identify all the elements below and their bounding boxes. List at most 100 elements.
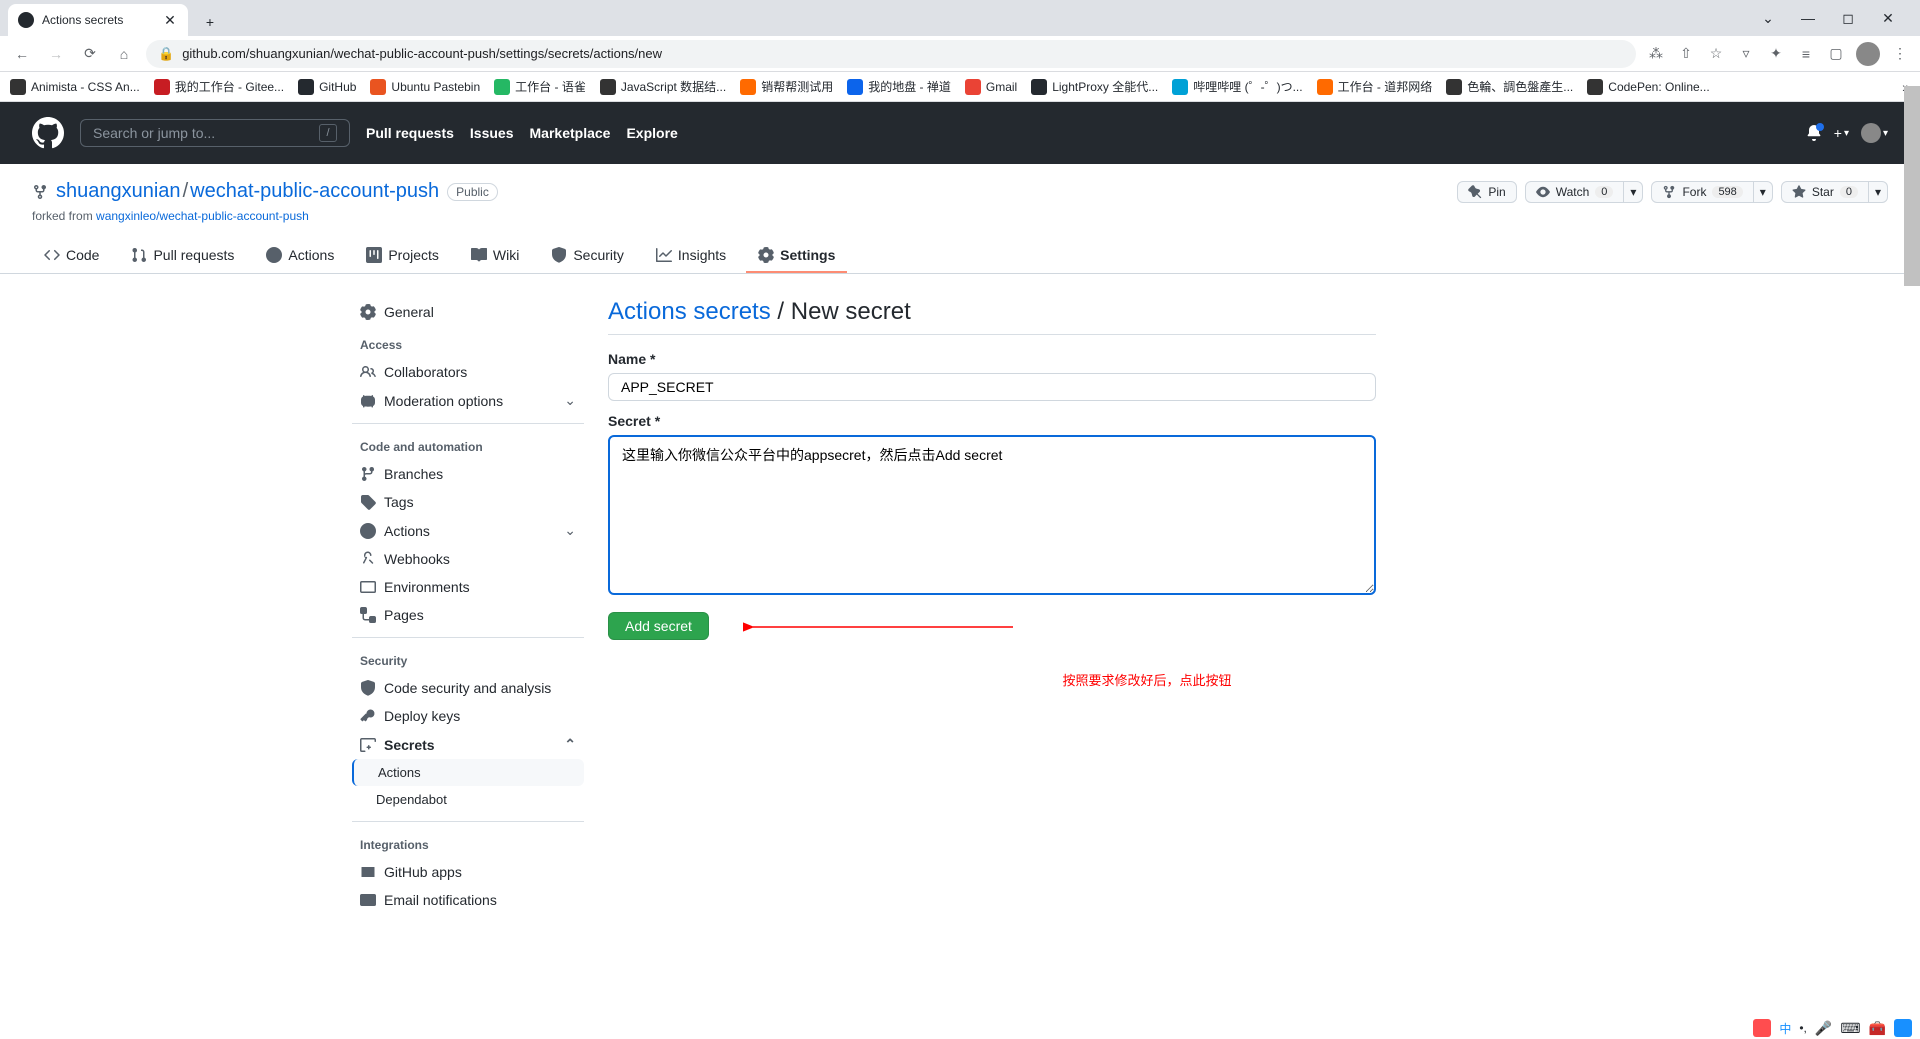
- ime-toolbox-icon[interactable]: 🧰: [1869, 1020, 1886, 1037]
- sidebar-email-notifications[interactable]: Email notifications: [352, 886, 584, 914]
- sidebar-secrets-actions[interactable]: Actions: [352, 759, 584, 786]
- github-header: Search or jump to... / Pull requests Issu…: [0, 102, 1920, 164]
- tab-security[interactable]: Security: [539, 239, 636, 273]
- github-logo[interactable]: [32, 117, 64, 149]
- chevron-down-icon[interactable]: ⌄: [1756, 6, 1780, 30]
- address-bar[interactable]: 🔒 github.com/shuangxunian/wechat-public-…: [146, 40, 1636, 68]
- annotation-arrow: [743, 620, 1013, 634]
- bookmark-favicon: [10, 79, 26, 95]
- bookmark-item[interactable]: 工作台 - 语雀: [494, 78, 586, 95]
- translate-icon[interactable]: ⁂: [1646, 44, 1666, 64]
- ime-icon[interactable]: [1753, 1019, 1771, 1037]
- sidebar-actions[interactable]: Actions⌄: [352, 516, 584, 545]
- slash-key-icon: /: [319, 124, 337, 142]
- gh-nav-explore[interactable]: Explore: [626, 125, 677, 141]
- gh-nav-issues[interactable]: Issues: [470, 125, 514, 141]
- scrollbar[interactable]: [1904, 86, 1920, 286]
- sidebar-deploy-keys[interactable]: Deploy keys: [352, 702, 584, 730]
- minimize-icon[interactable]: —: [1796, 6, 1820, 30]
- ime-keyboard-icon[interactable]: ⌨: [1840, 1020, 1860, 1037]
- search-placeholder: Search or jump to...: [93, 125, 319, 141]
- sidebar-branches[interactable]: Branches: [352, 460, 584, 488]
- gh-nav-pull-requests[interactable]: Pull requests: [366, 125, 454, 141]
- add-secret-button[interactable]: Add secret: [608, 612, 709, 640]
- bookmark-item[interactable]: GitHub: [298, 78, 356, 95]
- bookmark-item[interactable]: JavaScript 数据结...: [600, 78, 726, 95]
- menu-icon[interactable]: ⋮: [1890, 44, 1910, 64]
- pin-button[interactable]: Pin: [1457, 181, 1516, 203]
- bookmark-item[interactable]: Animista - CSS An...: [10, 78, 140, 95]
- fork-dropdown[interactable]: ▾: [1754, 181, 1773, 203]
- tab-code[interactable]: Code: [32, 239, 111, 273]
- tab-close-icon[interactable]: ✕: [162, 12, 178, 28]
- sidebar-webhooks[interactable]: Webhooks: [352, 545, 584, 573]
- ime-mic-icon[interactable]: 🎤: [1815, 1020, 1832, 1037]
- browser-tab[interactable]: Actions secrets ✕: [8, 4, 188, 36]
- bookmark-item[interactable]: 我的工作台 - Gitee...: [154, 78, 284, 95]
- sidebar-general[interactable]: General: [352, 298, 584, 326]
- ime-punct[interactable]: •,: [1799, 1021, 1807, 1035]
- tab-actions[interactable]: Actions: [254, 239, 346, 273]
- sidebar-pages[interactable]: Pages: [352, 601, 584, 629]
- profile-avatar[interactable]: [1856, 42, 1880, 66]
- bookmark-item[interactable]: Gmail: [965, 78, 1017, 95]
- gh-nav-marketplace[interactable]: Marketplace: [530, 125, 611, 141]
- sidebar-secrets-dependabot[interactable]: Dependabot: [352, 786, 584, 813]
- create-new-dropdown[interactable]: +▾: [1834, 125, 1849, 141]
- share-icon[interactable]: ⇧: [1676, 44, 1696, 64]
- extensions-icon[interactable]: ✦: [1766, 44, 1786, 64]
- sidebar-github-apps[interactable]: GitHub apps: [352, 858, 584, 886]
- forked-from-link[interactable]: wangxinleo/wechat-public-account-push: [96, 209, 309, 223]
- tab-projects[interactable]: Projects: [354, 239, 451, 273]
- name-input[interactable]: [608, 373, 1376, 401]
- sidebar-secrets[interactable]: Secrets⌃: [352, 730, 584, 759]
- bookmark-item[interactable]: 我的地盘 - 禅道: [847, 78, 951, 95]
- sidebar-tags[interactable]: Tags: [352, 488, 584, 516]
- fork-button[interactable]: Fork598: [1651, 181, 1753, 203]
- star-button[interactable]: Star0: [1781, 181, 1869, 203]
- bookmark-item[interactable]: Ubuntu Pastebin: [370, 78, 480, 95]
- ext-icon[interactable]: ▿: [1736, 44, 1756, 64]
- home-button[interactable]: ⌂: [112, 42, 136, 66]
- notifications-icon[interactable]: [1806, 125, 1822, 141]
- ime-grid-icon[interactable]: [1894, 1019, 1912, 1037]
- tab-settings[interactable]: Settings: [746, 239, 847, 273]
- bookmark-item[interactable]: LightProxy 全能代...: [1031, 78, 1158, 95]
- watch-button[interactable]: Watch0: [1525, 181, 1625, 203]
- repo-name-link[interactable]: wechat-public-account-push: [190, 180, 439, 202]
- sidepanel-icon[interactable]: ▢: [1826, 44, 1846, 64]
- sidebar-moderation[interactable]: Moderation options⌄: [352, 386, 584, 415]
- repo-owner-link[interactable]: shuangxunian: [56, 180, 181, 202]
- bookmark-item[interactable]: CodePen: Online...: [1587, 78, 1709, 95]
- maximize-icon[interactable]: ◻: [1836, 6, 1860, 30]
- sidebar-code-security[interactable]: Code security and analysis: [352, 674, 584, 702]
- watch-dropdown[interactable]: ▾: [1624, 181, 1643, 203]
- bookmark-item[interactable]: 销帮帮测试用: [740, 78, 833, 95]
- bookmark-item[interactable]: 色輪、調色盤產生...: [1446, 78, 1573, 95]
- bookmark-star-icon[interactable]: ☆: [1706, 44, 1726, 64]
- url-text: github.com/shuangxunian/wechat-public-ac…: [182, 46, 662, 61]
- user-menu[interactable]: ▾: [1861, 123, 1888, 143]
- new-tab-button[interactable]: +: [196, 8, 224, 36]
- search-input[interactable]: Search or jump to... /: [80, 119, 350, 147]
- close-window-icon[interactable]: ✕: [1876, 6, 1900, 30]
- bookmark-item[interactable]: 哔哩哔哩 (゜-゜)つ...: [1172, 78, 1302, 95]
- section-access: Access: [352, 326, 584, 358]
- bookmark-item[interactable]: 工作台 - 道邦网络: [1317, 78, 1433, 95]
- reading-list-icon[interactable]: ≡: [1796, 44, 1816, 64]
- tab-insights[interactable]: Insights: [644, 239, 738, 273]
- sidebar-collaborators[interactable]: Collaborators: [352, 358, 584, 386]
- secret-textarea[interactable]: [608, 435, 1376, 595]
- secret-label: Secret *: [608, 413, 1376, 429]
- repo-header: shuangxunian/wechat-public-account-push …: [0, 164, 1920, 274]
- forward-button[interactable]: →: [44, 42, 68, 66]
- sidebar-environments[interactable]: Environments: [352, 573, 584, 601]
- tab-pull-requests[interactable]: Pull requests: [119, 239, 246, 273]
- back-button[interactable]: ←: [10, 42, 34, 66]
- breadcrumb-link[interactable]: Actions secrets: [608, 298, 771, 325]
- tab-wiki[interactable]: Wiki: [459, 239, 531, 273]
- reload-button[interactable]: ⟳: [78, 42, 102, 66]
- star-dropdown[interactable]: ▾: [1869, 181, 1888, 203]
- ime-lang[interactable]: 中: [1779, 1020, 1791, 1037]
- browser-tab-strip: Actions secrets ✕ + ⌄ — ◻ ✕: [0, 0, 1920, 36]
